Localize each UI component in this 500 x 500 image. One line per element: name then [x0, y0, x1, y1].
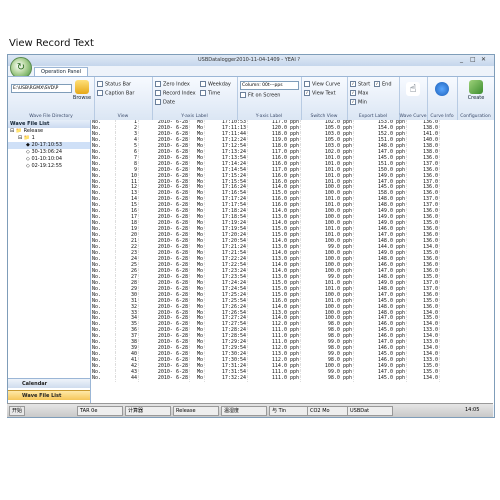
browse-label: Browse	[72, 95, 92, 101]
create-button[interactable]: Create	[465, 80, 487, 101]
group-yaxis-2: Column: 00t---pps Fit on Screen Y-axis L…	[237, 77, 302, 120]
table-cell: 145.0 pph	[353, 375, 407, 382]
pointer-icon: ☝	[406, 82, 420, 96]
taskbar: 开始 TAR 0e 计算器 Release 温湿度与 Tin CO2 Mo USBDat …	[7, 403, 493, 417]
taskbar-item[interactable]: Release	[173, 406, 219, 416]
app-window: USBDatalogger2010-11-04-1409 - YEAI ? _ …	[7, 54, 495, 418]
column-select[interactable]: Column: 00t---pps	[240, 81, 299, 90]
end-checkbox[interactable]: ✓ End	[374, 81, 392, 88]
clock: 14:05	[465, 407, 480, 413]
file-tree: ⊟ 📁 Release ⊟ 📁 1 ◆ 20-17:10:53 ◇ 30-13:…	[8, 128, 90, 170]
path-field[interactable]: E:\USB\RGMX\SVD\P	[11, 84, 72, 93]
group-label: Wave File Directory	[29, 114, 73, 119]
ribbon: E:\USB\RGMX\SVD\P Browse Wave File Direc…	[8, 76, 494, 121]
browse-button[interactable]: Browse	[72, 80, 92, 101]
tree-node[interactable]: ◆ 20-17:10:53	[8, 142, 90, 149]
curve-info-button[interactable]	[434, 82, 450, 97]
table-cell: 98.0 pph	[300, 375, 354, 382]
group-label: Switch View	[310, 114, 338, 119]
folder-icon	[75, 80, 89, 94]
fit-screen-checkbox[interactable]: Fit on Screen	[240, 92, 280, 99]
status-bar-checkbox[interactable]: Status Bar	[97, 81, 131, 88]
record-index-checkbox[interactable]: Record Index	[155, 90, 196, 97]
group-label: Configuration	[460, 114, 491, 119]
close-icon[interactable]: ✕	[481, 56, 486, 63]
group-switch-view: View Curve ✓ View Text Switch View	[301, 77, 348, 120]
group-wave-curve: ☝ Wave Curve	[399, 77, 428, 120]
min-checkbox[interactable]: ✓ Min	[350, 99, 367, 106]
taskbar-item[interactable]: 温湿度	[221, 406, 267, 416]
table-cell: 134.0	[406, 375, 440, 382]
start-button[interactable]: 开始	[9, 406, 26, 416]
group-label: Y-axis Label	[181, 114, 208, 119]
table-cell: 2010- 6-28	[138, 375, 190, 382]
wave-file-list-button[interactable]: Wave File List	[8, 390, 90, 400]
caption-bar-checkbox[interactable]: Caption Bar	[97, 90, 134, 97]
record-table: No. 1 2010- 6-28 Mo 17:10:53 117.0 pph 102.0 p…	[91, 120, 494, 405]
tree-node[interactable]: ◇ 02-19:12:55	[8, 163, 90, 170]
minimize-icon[interactable]: _	[460, 56, 463, 63]
view-text-checkbox[interactable]: ✓ View Text	[304, 90, 336, 97]
date-checkbox[interactable]: Date	[155, 99, 175, 106]
group-view: Status Bar Caption Bar View	[94, 77, 153, 120]
group-export: ✓ Start ✓ End ✓ Max ✓ Min Export Label	[347, 77, 400, 120]
wave-file-list-header: Wave File List	[8, 120, 90, 128]
tree-node[interactable]: ⊟ 📁 1	[8, 135, 90, 142]
window-title: USBDatalogger2010-11-04-1409 - YEAI ?	[198, 57, 301, 63]
group-yaxis: Zero Index Record Index Date Weekday Tim…	[152, 77, 238, 120]
group-label: Export Label	[358, 114, 388, 119]
view-curve-checkbox[interactable]: View Curve	[304, 81, 340, 88]
wave-curve-button[interactable]: ☝	[405, 82, 421, 97]
create-label: Create	[467, 95, 485, 101]
title-bar: USBDatalogger2010-11-04-1409 - YEAI ? _ …	[8, 55, 494, 66]
group-label: Y-axis Label	[255, 114, 283, 119]
table-cell: Mo	[189, 375, 205, 382]
max-checkbox[interactable]: ✓ Max	[350, 90, 368, 97]
tree-node[interactable]: ◇ 01-10:10:04	[8, 156, 90, 163]
zero-index-checkbox[interactable]: Zero Index	[155, 81, 190, 88]
group-label: Curve Info	[430, 114, 454, 119]
table-cell: 44	[115, 375, 139, 382]
table-cell: No.	[91, 375, 116, 382]
caption-text: View Record Text	[9, 38, 94, 49]
info-icon	[435, 82, 449, 96]
time-checkbox[interactable]: Time	[200, 90, 220, 97]
start-checkbox[interactable]: ✓ Start	[350, 81, 370, 88]
left-panel: Wave File List ⊟ 📁 Release ⊟ 📁 1 ◆ 20-17…	[8, 120, 91, 405]
group-curve-info: Curve Info	[427, 77, 458, 120]
group-label: View	[117, 114, 129, 119]
pen-icon	[469, 80, 483, 94]
taskbar-item[interactable]: 计算器	[125, 406, 171, 416]
group-label: Wave Curve	[399, 114, 427, 119]
table-cell: 111.0 pph	[247, 375, 301, 382]
calendar-button[interactable]: Calendar	[8, 378, 90, 388]
taskbar-item[interactable]: TAR 0e	[77, 406, 123, 416]
record-table-body: No. 1 2010- 6-28 Mo 17:10:53 117.0 pph 102.0 p…	[91, 120, 440, 382]
tree-node[interactable]: ◇ 30-13:06:24	[8, 149, 90, 156]
table-cell: 17:32:24	[204, 375, 248, 382]
group-configuration: Create Configuration	[457, 77, 494, 120]
tree-node[interactable]: ⊟ 📁 Release	[8, 128, 90, 135]
weekday-checkbox[interactable]: Weekday	[200, 81, 231, 88]
taskbar-item[interactable]: USBDat	[347, 406, 393, 416]
maximize-icon[interactable]: □	[470, 56, 476, 63]
group-wave-directory: E:\USB\RGMX\SVD\P Browse Wave File Direc…	[8, 77, 95, 120]
table-row[interactable]: No. 44 2010- 6-28 Mo 17:32:24 111.0 pph 98.0 p…	[91, 375, 440, 382]
